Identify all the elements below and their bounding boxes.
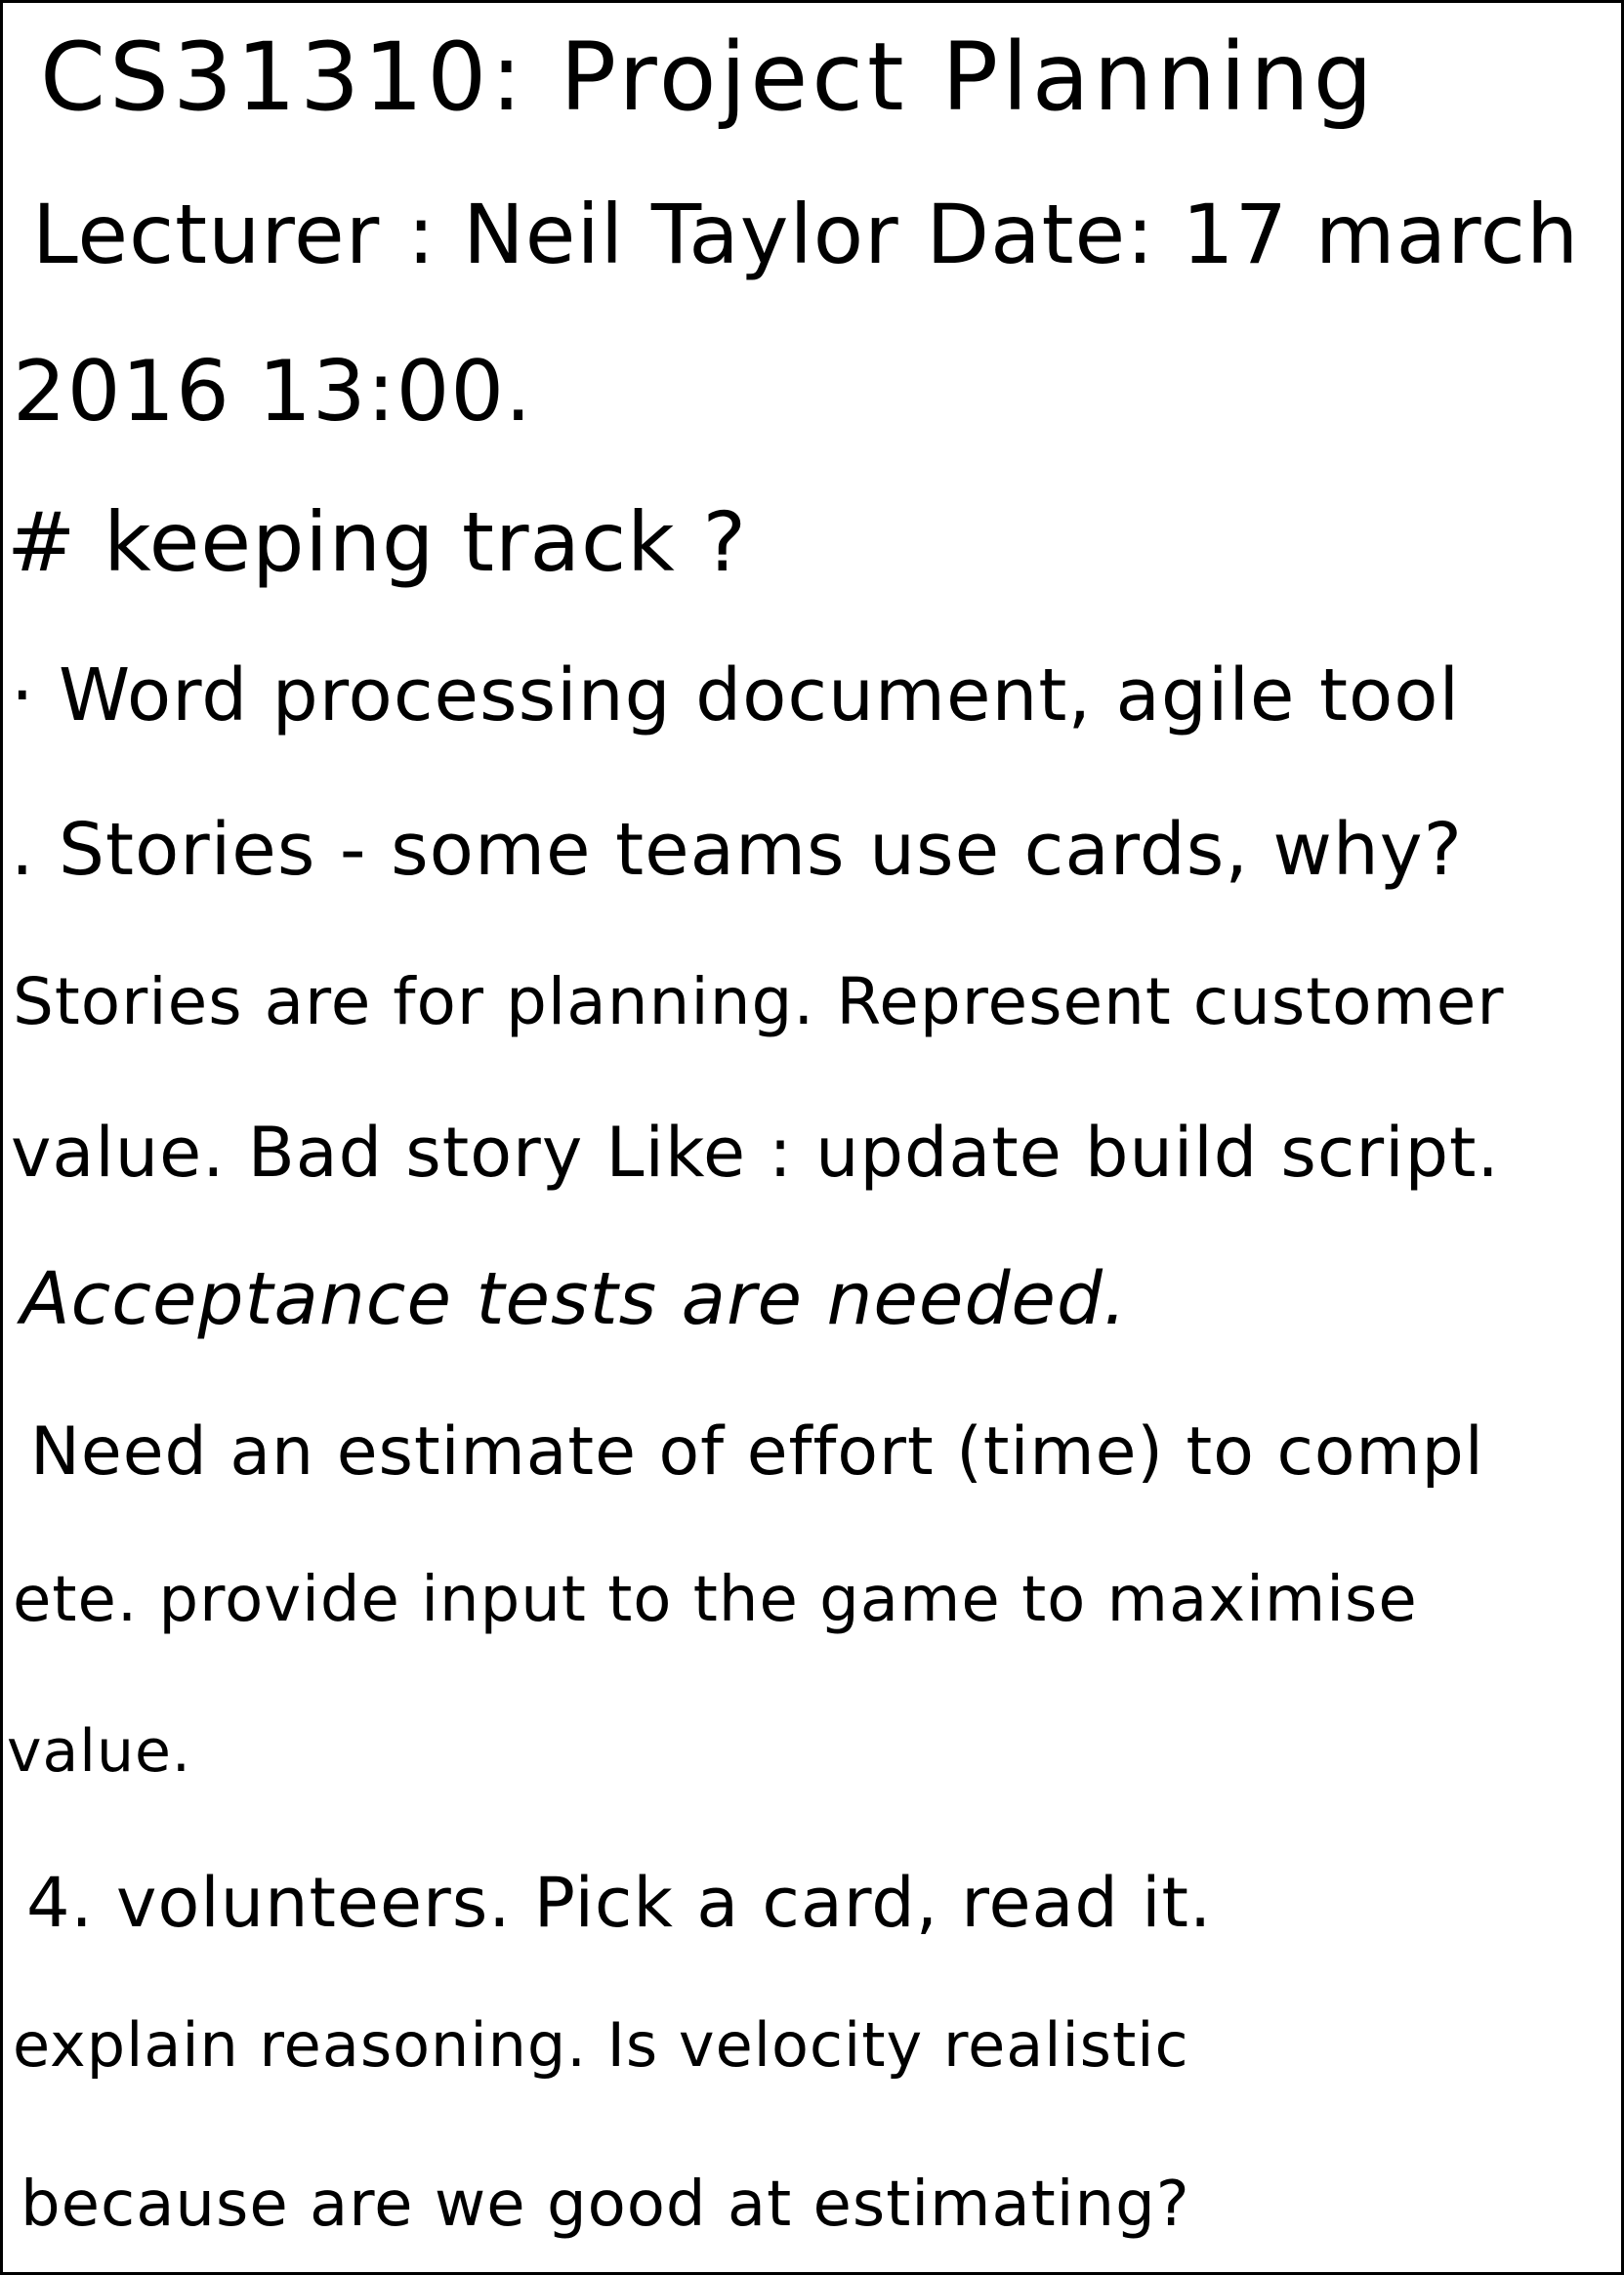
note-title: CS31310: Project Planning [40,22,1377,132]
text-line-4: Need an estimate of effort (time) to com… [30,1413,1484,1491]
text-line-5: ete. provide input to the game to maximi… [13,1564,1418,1636]
note-page: CS31310: Project Planning Lecturer : Nei… [0,0,1624,2275]
bullet-line-1: · Word processing document, agile tool [11,653,1461,737]
text-line-7: 4. volunteers. Pick a card, read it. [26,1863,1213,1943]
bullet-line-2: . Stories - some teams use cards, why? [11,808,1463,892]
section-heading: # keeping track ? [7,494,748,590]
text-line-8: explain reasoning. Is velocity realistic [13,2009,1189,2081]
date-line: 2016 13:00. [13,343,533,441]
text-line-3: Acceptance tests are needed. [21,1257,1128,1341]
text-line-6: value. [7,1717,191,1786]
text-line-2: value. Bad story Like : update build scr… [11,1113,1500,1193]
text-line-9: because are we good at estimating? [21,2169,1190,2241]
lecturer-line: Lecturer : Neil Taylor Date: 17 march [32,187,1580,282]
text-line-1: Stories are for planning. Represent cust… [13,964,1505,1039]
